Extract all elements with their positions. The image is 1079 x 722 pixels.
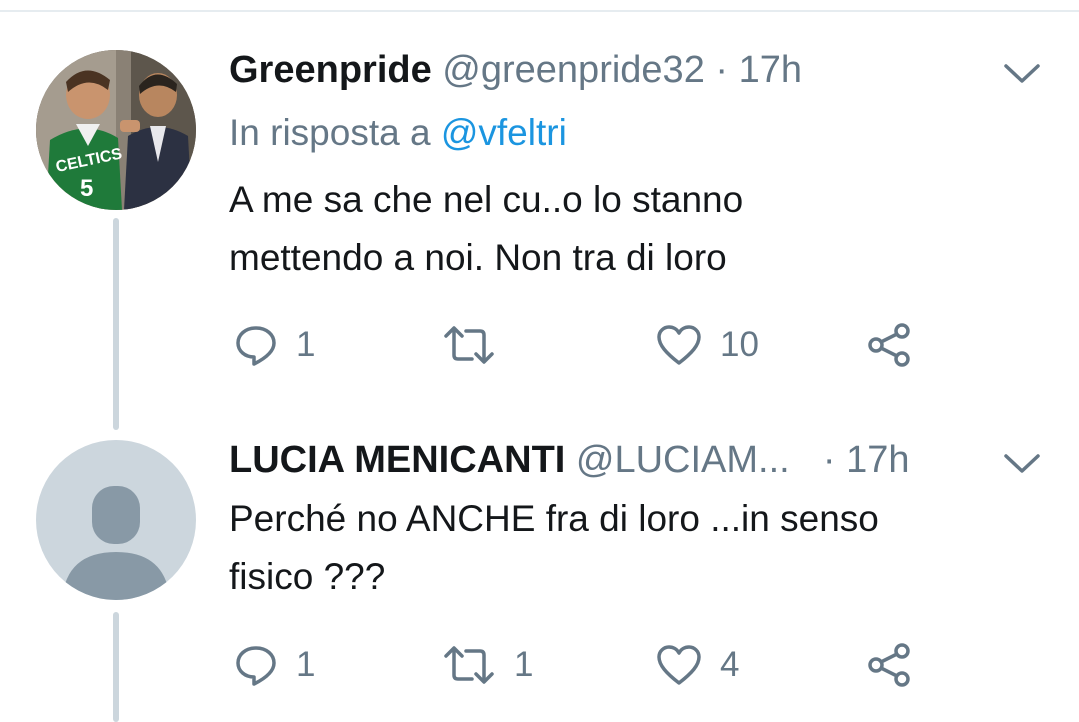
chevron-down-icon[interactable] bbox=[1002, 54, 1042, 94]
user-handle[interactable]: @greenpride32 bbox=[442, 49, 705, 91]
default-user-icon bbox=[62, 486, 170, 600]
tweet-text-line: A me sa che nel cu..o lo stanno bbox=[229, 179, 744, 220]
tweet-lucia-menicanti[interactable]: LUCIA MENICANTI @LUCIAM... · 17h Perché … bbox=[0, 430, 1079, 722]
heart-icon bbox=[657, 645, 701, 685]
avatar-lucia-menicanti[interactable] bbox=[36, 440, 196, 600]
reply-bubble-icon bbox=[236, 326, 276, 366]
share-icon bbox=[868, 643, 910, 687]
reply-count: 1 bbox=[296, 325, 316, 364]
share-icon bbox=[868, 323, 910, 367]
reply-mention-link[interactable]: @vfeltri bbox=[441, 112, 567, 153]
tweet-greenpride[interactable]: CELTICS 5 Greenpride @greenpride32 · 17h… bbox=[0, 0, 1079, 430]
avatar-greenpride[interactable]: CELTICS 5 bbox=[36, 50, 196, 210]
separator-dot: · bbox=[715, 49, 729, 91]
separator-dot: · bbox=[822, 439, 836, 481]
jersey-number: 5 bbox=[80, 175, 93, 202]
avatar-photo: CELTICS 5 bbox=[36, 50, 196, 210]
tweet-header: Greenpride @greenpride32 · 17h bbox=[229, 48, 802, 92]
reply-context: In risposta a @vfeltri bbox=[229, 112, 567, 154]
retweet-button[interactable]: 1 bbox=[442, 640, 533, 690]
tweet-text: Perché no ANCHE fra di loro ...in senso … bbox=[229, 490, 1049, 606]
reply-bubble-icon bbox=[236, 646, 276, 686]
display-name[interactable]: LUCIA MENICANTI bbox=[229, 439, 565, 481]
retweet-count: 1 bbox=[514, 645, 534, 684]
share-button[interactable] bbox=[866, 640, 914, 690]
tweet-actions: 1 10 bbox=[0, 320, 1079, 370]
share-button[interactable] bbox=[866, 320, 914, 370]
like-button[interactable]: 4 bbox=[656, 640, 739, 690]
timestamp[interactable]: 17h bbox=[846, 439, 909, 481]
user-handle[interactable]: @LUCIAM... bbox=[576, 439, 790, 481]
tweet-text-line: fisico ??? bbox=[229, 556, 386, 597]
tweet-text: A me sa che nel cu..o lo stanno mettendo… bbox=[229, 171, 1049, 287]
chevron-down-icon[interactable] bbox=[1002, 444, 1042, 484]
display-name[interactable]: Greenpride bbox=[229, 49, 432, 91]
like-count: 10 bbox=[720, 325, 759, 364]
like-button[interactable]: 10 bbox=[656, 320, 759, 370]
timestamp[interactable]: 17h bbox=[739, 49, 802, 91]
tweet-text-line: mettendo a noi. Non tra di loro bbox=[229, 237, 727, 278]
reply-button[interactable]: 1 bbox=[234, 640, 315, 690]
reply-count: 1 bbox=[296, 645, 316, 684]
heart-icon bbox=[657, 325, 701, 365]
retweet-button[interactable] bbox=[442, 320, 514, 370]
retweet-arrows-icon bbox=[444, 326, 494, 364]
retweet-arrows-icon bbox=[444, 646, 494, 684]
reply-prefix: In risposta a bbox=[229, 112, 431, 153]
like-count: 4 bbox=[720, 645, 740, 684]
tweet-actions: 1 1 4 bbox=[0, 640, 1079, 690]
reply-button[interactable]: 1 bbox=[234, 320, 315, 370]
tweet-text-line: Perché no ANCHE fra di loro ...in senso bbox=[229, 498, 879, 539]
tweet-header: LUCIA MENICANTI @LUCIAM... · 17h bbox=[229, 438, 909, 482]
